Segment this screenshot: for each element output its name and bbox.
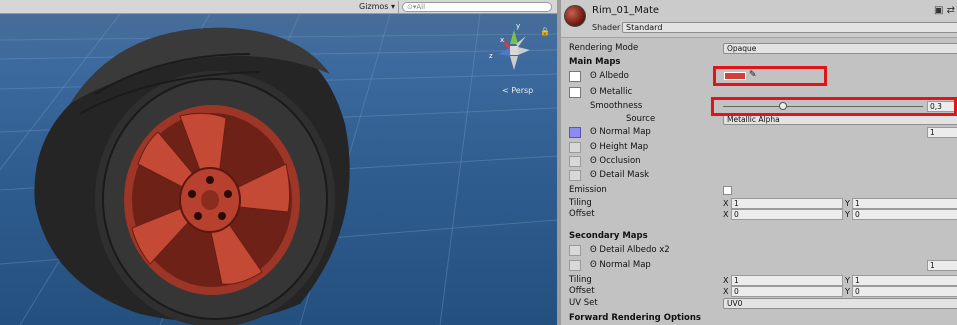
scene-search-input[interactable]: ⊙▾All [402,2,552,12]
offset-y-field[interactable]: 0 [852,209,957,220]
offset-x-field[interactable]: 0 [731,209,843,220]
normal-map2-text: Normal Map [599,260,651,270]
wheel-model[interactable] [0,14,420,325]
albedo-highlight-box [713,66,827,86]
normal-map2-label: ʘ Normal Map [590,260,651,270]
search-icon: ⊙▾ [407,3,417,11]
normal-map-row: ʘ Normal Map 1 [561,126,957,139]
normal-map-scale-field[interactable]: 1 [927,127,957,138]
occlusion-label: ʘ Occlusion [590,156,641,166]
metallic-label: ʘ Metallic [590,87,633,97]
header-icons[interactable]: ▣ ⇄ [934,5,955,16]
detail-mask-row: ʘ Detail Mask [561,169,957,182]
normal-map2-row: ʘ Normal Map 1 [561,259,957,272]
orientation-gizmo[interactable]: y x z [486,22,542,80]
secondary-maps-header-row: Secondary Maps [561,230,957,243]
search-placeholder: All [416,3,426,11]
offset-y-axis: Y [845,210,850,219]
lock-icon[interactable]: 🔒 [540,27,550,36]
scene-view[interactable]: Gizmos ▾ ⊙▾All y x z 🔒 < Persp [0,0,557,325]
uv-set-row: UV Set UV0 [561,297,957,310]
gizmos-dropdown[interactable]: Gizmos ▾ [356,1,400,13]
rendering-mode-row: Rendering Mode Opaque [561,42,957,55]
axis-z-label: z [489,52,493,60]
detail-mask-label: ʘ Detail Mask [590,170,650,180]
occlusion-texture-slot[interactable] [569,156,581,167]
material-header: Rim_01_Mate Shader Standard ▣ ⇄ [561,0,957,38]
detail-albedo-texture-slot[interactable] [569,245,581,256]
axis-x-label: x [500,36,504,44]
smoothness-highlight-box [711,97,957,116]
secondary-maps-header: Secondary Maps [569,231,648,241]
forward-rendering-header-row: Forward Rendering Options [561,312,957,325]
main-maps-header: Main Maps [569,57,621,67]
albedo-text: Albedo [599,71,629,81]
detail-mask-text: Detail Mask [599,170,650,180]
offset-x-axis: X [723,210,729,219]
shader-dropdown[interactable]: Standard [622,22,957,33]
offset-label: Offset [569,209,595,219]
emission-checkbox[interactable] [723,186,732,195]
emission-row: Emission [561,184,957,197]
rendering-mode-dropdown[interactable]: Opaque [723,43,957,54]
height-map-texture-slot[interactable] [569,142,581,153]
inspector-panel: Rim_01_Mate Shader Standard ▣ ⇄ Renderin… [561,0,957,325]
axis-y-label: y [516,22,520,30]
uv-set-label: UV Set [569,298,598,308]
uv-set-dropdown[interactable]: UV0 [723,298,957,309]
material-preview-icon [564,5,586,27]
normal-map-text: Normal Map [599,127,651,137]
scene-toolbar: Gizmos ▾ ⊙▾All [0,0,557,14]
offset2-x-field[interactable]: 0 [731,286,843,297]
source-label: Source [626,114,656,124]
detail-albedo-row: ʘ Detail Albedo x2 [561,244,957,257]
material-name: Rim_01_Mate [592,5,660,16]
offset-row: Offset X 0 Y 0 [561,208,957,221]
height-map-label: ʘ Height Map [590,142,649,152]
metallic-text: Metallic [599,87,633,97]
detail-albedo-label: ʘ Detail Albedo x2 [590,245,670,255]
offset2-y-field[interactable]: 0 [852,286,957,297]
height-map-text: Height Map [599,142,649,152]
shader-label: Shader [592,23,621,32]
normal-map2-scale-field[interactable]: 1 [927,260,957,271]
occlusion-row: ʘ Occlusion [561,155,957,168]
detail-mask-texture-slot[interactable] [569,170,581,181]
normal-map2-texture-slot[interactable] [569,260,581,271]
height-map-row: ʘ Height Map [561,141,957,154]
detail-albedo-text: Detail Albedo x2 [599,245,670,255]
normal-map-label: ʘ Normal Map [590,127,651,137]
settings-icon[interactable]: ⇄ [947,5,955,16]
albedo-texture-slot[interactable] [569,71,581,82]
help-icon[interactable]: ▣ [934,5,943,16]
projection-label[interactable]: < Persp [502,86,533,95]
smoothness-label: Smoothness [590,101,643,111]
rendering-mode-label: Rendering Mode [569,43,639,53]
occlusion-text: Occlusion [599,156,641,166]
albedo-label: ʘ Albedo [590,71,629,81]
forward-rendering-header: Forward Rendering Options [569,313,701,323]
emission-label: Emission [569,185,607,195]
gizmos-label: Gizmos [359,2,389,11]
metallic-texture-slot[interactable] [569,87,581,98]
normal-map-texture-slot[interactable] [569,127,581,138]
